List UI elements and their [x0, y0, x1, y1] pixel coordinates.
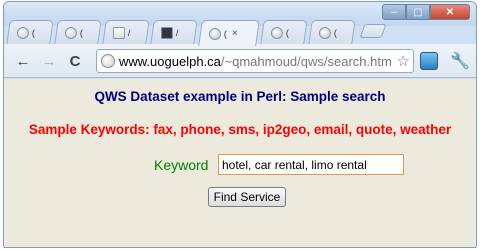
bookmark-star-icon[interactable]: ☆: [394, 52, 410, 70]
page-title: QWS Dataset example in Perl: Sample sear…: [94, 89, 386, 104]
close-tab-icon[interactable]: ×: [232, 28, 238, 39]
sample-keywords: Sample Keywords: fax, phone, sms, ip2geo…: [28, 122, 452, 137]
reload-button[interactable]: C: [64, 50, 86, 72]
extension-icon[interactable]: [420, 52, 438, 70]
back-button[interactable]: ←: [12, 50, 34, 72]
address-bar[interactable]: www.uoguelph.ca/~qmahmoud/qws/search.htm…: [96, 49, 414, 73]
tab-4[interactable]: /: [150, 20, 198, 44]
tab-6[interactable]: (: [260, 20, 308, 44]
window-controls: – ▢ ✕: [382, 4, 470, 20]
keyword-input[interactable]: [218, 154, 404, 175]
app-icon: [160, 26, 173, 39]
globe-icon: [270, 26, 283, 39]
globe-icon: [64, 26, 77, 39]
maximize-button[interactable]: ▢: [406, 4, 430, 20]
keyword-label: Keyword: [154, 157, 209, 173]
mail-icon: [112, 26, 125, 39]
minimize-button[interactable]: –: [382, 4, 406, 20]
new-tab-button[interactable]: [359, 24, 387, 38]
browser-window: – ▢ ✕ ( ( / / (× ( ( ← → C www.uoguelph.…: [3, 1, 477, 248]
tab-3[interactable]: /: [102, 20, 150, 44]
url-domain: www.uoguelph.ca: [119, 53, 221, 69]
forward-button[interactable]: →: [38, 50, 60, 72]
globe-icon: [318, 26, 331, 39]
close-window-button[interactable]: ✕: [430, 4, 470, 20]
browser-toolbar: ← → C www.uoguelph.ca/~qmahmoud/qws/sear…: [4, 44, 476, 78]
tab-2[interactable]: (: [54, 20, 102, 44]
globe-icon: [16, 26, 29, 39]
tab-active[interactable]: (×: [198, 20, 260, 46]
url-path: /~qmahmoud/qws/search.htm: [220, 53, 392, 69]
page-icon: [101, 54, 115, 68]
tab-7[interactable]: (: [308, 20, 356, 44]
globe-icon: [208, 27, 221, 40]
page-content: QWS Dataset example in Perl: Sample sear…: [4, 79, 476, 247]
tab-1[interactable]: (: [6, 20, 54, 44]
wrench-icon[interactable]: 🔧: [450, 51, 470, 71]
find-service-button[interactable]: Find Service: [208, 187, 286, 207]
